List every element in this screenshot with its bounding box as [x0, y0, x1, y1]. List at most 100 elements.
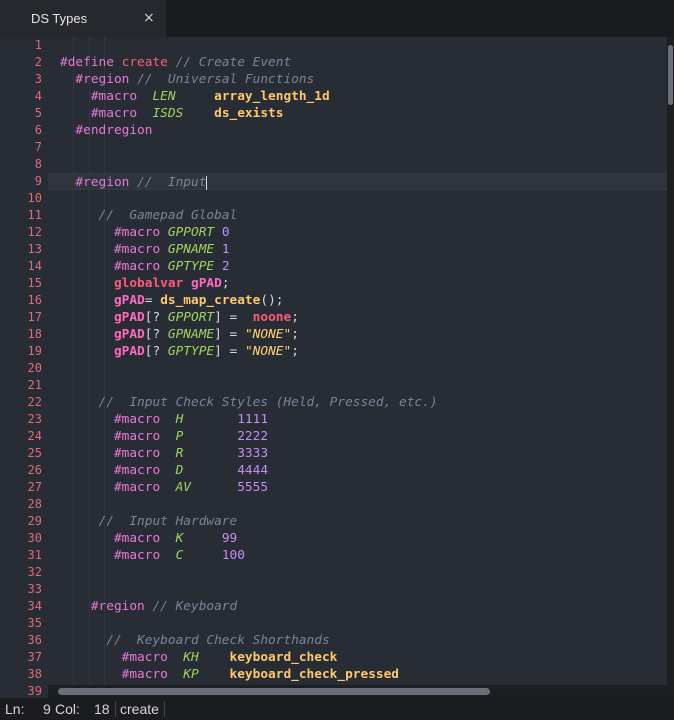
- code-token: [?: [144, 344, 168, 359]
- code-line[interactable]: [0, 377, 667, 394]
- code-token: gPAD: [113, 327, 145, 342]
- tab-ds-types[interactable]: DS Types ×: [0, 0, 166, 37]
- code-line[interactable]: [0, 37, 667, 54]
- code-line[interactable]: #macro D 4444: [0, 462, 667, 479]
- code-token: #macro: [113, 446, 176, 461]
- horizontal-scroll-thumb[interactable]: [58, 688, 490, 695]
- line-number: 35: [27, 616, 42, 630]
- code-token: 5555: [237, 480, 269, 495]
- code-token: #macro: [90, 106, 153, 121]
- code-line[interactable]: gPAD[? GPPORT] = noone;: [0, 309, 667, 326]
- code-token: #region: [75, 175, 138, 190]
- column-number: 18: [94, 701, 110, 717]
- code-line[interactable]: [0, 156, 667, 173]
- code-line[interactable]: #macro H 1111: [0, 411, 667, 428]
- code-line[interactable]: #macro LEN array_length_1d: [0, 88, 667, 105]
- code-token: 2: [221, 259, 230, 274]
- line-number: 5: [34, 106, 42, 120]
- code-line[interactable]: #region // Input: [0, 173, 667, 190]
- code-token: P: [175, 429, 238, 444]
- code-line[interactable]: [0, 564, 667, 581]
- code-token: create: [121, 55, 176, 70]
- vertical-scroll-thumb[interactable]: [668, 45, 673, 105]
- code-line[interactable]: gPAD[? GPNAME] = "NONE";: [0, 326, 667, 343]
- code-line[interactable]: #define create // Create Event: [0, 54, 667, 71]
- code-token: 2222: [237, 429, 269, 444]
- code-line[interactable]: #macro C 100: [0, 547, 667, 564]
- line-number: 21: [27, 378, 42, 392]
- line-number: 34: [27, 599, 42, 613]
- code-token: GPPORT: [167, 310, 215, 325]
- line-number: 36: [27, 633, 42, 647]
- code-lines[interactable]: #define create // Create Event #region /…: [0, 37, 667, 698]
- code-line[interactable]: #macro P 2222: [0, 428, 667, 445]
- code-line[interactable]: [0, 190, 667, 207]
- line-number: 8: [34, 157, 42, 171]
- code-line[interactable]: #macro KP keyboard_check_pressed: [0, 666, 667, 683]
- code-token: 1: [221, 242, 230, 257]
- code-line[interactable]: [0, 581, 667, 598]
- code-line[interactable]: [0, 360, 667, 377]
- code-token: H: [175, 412, 238, 427]
- code-line[interactable]: #macro K 99: [0, 530, 667, 547]
- code-line[interactable]: // Input Check Styles (Held, Pressed, et…: [0, 394, 667, 411]
- code-line[interactable]: #macro GPNAME 1: [0, 241, 667, 258]
- code-line[interactable]: // Input Hardware: [0, 513, 667, 530]
- code-line[interactable]: globalvar gPAD;: [0, 275, 667, 292]
- horizontal-scrollbar[interactable]: [48, 685, 667, 698]
- code-line[interactable]: // Keyboard Check Shorthands: [0, 632, 667, 649]
- code-line[interactable]: #macro GPTYPE 2: [0, 258, 667, 275]
- code-line[interactable]: gPAD[? GPTYPE] = "NONE";: [0, 343, 667, 360]
- code-token: ds_exists: [214, 106, 284, 121]
- line-number: 32: [27, 565, 42, 579]
- code-line[interactable]: [0, 139, 667, 156]
- code-editor[interactable]: #define create // Create Event #region /…: [0, 37, 667, 698]
- line-number: 7: [34, 140, 42, 154]
- code-line[interactable]: // Gamepad Global: [0, 207, 667, 224]
- text-cursor: [206, 175, 208, 190]
- code-token: gPAD: [113, 344, 145, 359]
- tab-title[interactable]: DS Types: [31, 11, 87, 26]
- code-line[interactable]: #macro KH keyboard_check: [0, 649, 667, 666]
- code-token: #macro: [113, 259, 168, 274]
- line-number: 17: [27, 310, 42, 324]
- code-token: ds_map_create: [160, 293, 261, 308]
- code-line[interactable]: #region // Keyboard: [0, 598, 667, 615]
- code-line[interactable]: #macro R 3333: [0, 445, 667, 462]
- code-token: AV: [175, 480, 238, 495]
- code-line[interactable]: #macro GPPORT 0: [0, 224, 667, 241]
- code-line[interactable]: gPAD= ds_map_create();: [0, 292, 667, 309]
- line-number-gutter: 1 2 3 4 5 6 7 8 9 10 11 12 13 14 15 16 17 18 19 20 21 22 23 24 2…: [0, 37, 48, 698]
- code-line[interactable]: [0, 496, 667, 513]
- close-icon[interactable]: ×: [143, 9, 155, 27]
- code-token: C: [175, 548, 222, 563]
- code-token: ] =: [214, 310, 253, 325]
- code-token: #endregion: [75, 123, 153, 138]
- code-token: #macro: [121, 650, 184, 665]
- code-line[interactable]: #region // Universal Functions: [0, 71, 667, 88]
- code-token: [?: [144, 327, 168, 342]
- status-mode[interactable]: create: [120, 701, 159, 717]
- code-token: #region: [90, 599, 153, 614]
- code-line[interactable]: #endregion: [0, 122, 667, 139]
- line-number: 29: [27, 514, 42, 528]
- line-number: 26: [27, 463, 42, 477]
- line-number: 27: [27, 480, 42, 494]
- code-line[interactable]: #macro ISDS ds_exists: [0, 105, 667, 122]
- code-line[interactable]: [0, 615, 667, 632]
- code-line[interactable]: #macro AV 5555: [0, 479, 667, 496]
- code-token: GPPORT: [167, 225, 222, 240]
- code-token: #macro: [90, 89, 153, 104]
- code-token: 99: [221, 531, 238, 546]
- vertical-scrollbar[interactable]: [667, 37, 674, 698]
